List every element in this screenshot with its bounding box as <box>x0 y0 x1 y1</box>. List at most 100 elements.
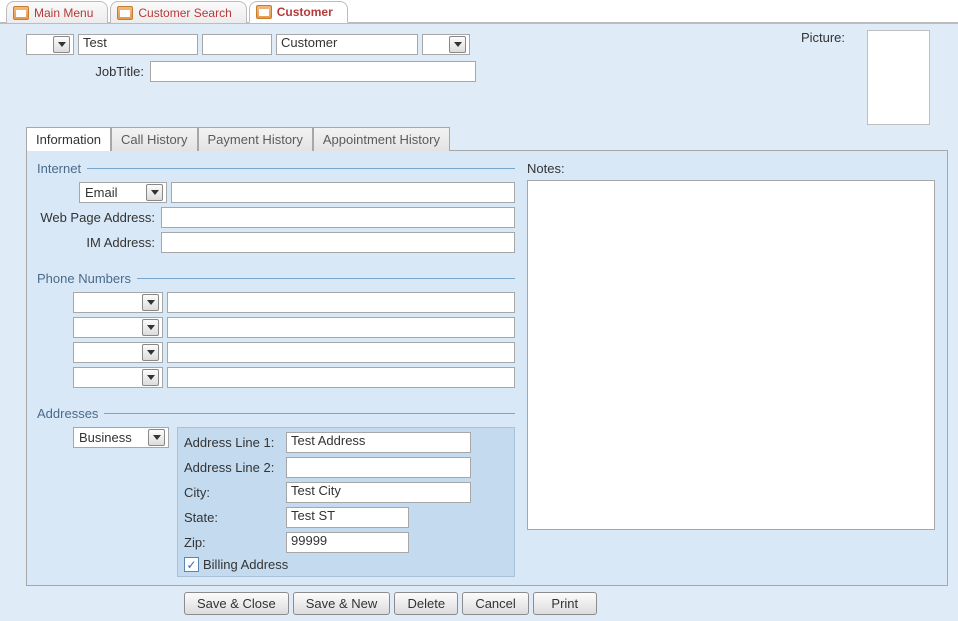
form-icon <box>13 6 29 20</box>
suffix-combo[interactable] <box>422 34 470 55</box>
delete-button[interactable]: Delete <box>394 592 458 615</box>
save-new-button[interactable]: Save & New <box>293 592 391 615</box>
addr-zip-row: Zip: 99999 <box>184 532 508 553</box>
chevron-down-icon[interactable] <box>142 369 159 386</box>
email-row: Email <box>37 182 515 203</box>
chevron-down-icon[interactable] <box>148 429 165 446</box>
addresses-box: Business Address Line 1: Test Address Ad… <box>37 427 515 577</box>
address-type-combo[interactable]: Business <box>73 427 169 448</box>
billing-checkbox[interactable] <box>184 557 199 572</box>
addr-state-input[interactable]: Test ST <box>286 507 409 528</box>
addr-zip-label: Zip: <box>184 535 286 550</box>
top-tab-customer[interactable]: Customer <box>249 1 348 23</box>
right-column: Notes: <box>527 161 935 577</box>
web-input[interactable] <box>161 207 515 228</box>
addr-line2-label: Address Line 2: <box>184 460 286 475</box>
phone-type-combo[interactable] <box>73 292 163 313</box>
addr-line2-input[interactable] <box>286 457 471 478</box>
picture-box[interactable] <box>867 30 930 125</box>
addr-city-input[interactable]: Test City <box>286 482 471 503</box>
phone-row-2 <box>37 317 515 338</box>
form-body: Picture: Test Customer JobTitle: Informa… <box>0 24 958 621</box>
divider <box>104 413 515 414</box>
addr-zip-input[interactable]: 99999 <box>286 532 409 553</box>
sub-tab-label: Appointment History <box>323 132 440 147</box>
notes-textarea[interactable] <box>527 180 935 530</box>
top-tab-label: Main Menu <box>34 6 93 20</box>
im-label: IM Address: <box>37 235 161 250</box>
save-close-button[interactable]: Save & Close <box>184 592 289 615</box>
group-label: Internet <box>37 161 81 176</box>
addr-line1-label: Address Line 1: <box>184 435 286 450</box>
group-label: Addresses <box>37 406 98 421</box>
address-fields: Address Line 1: Test Address Address Lin… <box>177 427 515 577</box>
form-icon <box>256 5 272 19</box>
sub-tab-label: Information <box>36 132 101 147</box>
chevron-down-icon[interactable] <box>142 294 159 311</box>
top-tab-label: Customer Search <box>138 6 231 20</box>
sub-tab-label: Call History <box>121 132 187 147</box>
middle-name-input[interactable] <box>202 34 272 55</box>
email-input[interactable] <box>171 182 515 203</box>
cancel-button[interactable]: Cancel <box>462 592 528 615</box>
sub-tab-payment-history[interactable]: Payment History <box>198 127 313 151</box>
phone-input[interactable] <box>167 317 515 338</box>
email-type-value: Email <box>83 185 146 200</box>
email-type-combo[interactable]: Email <box>79 182 167 203</box>
addr-city-label: City: <box>184 485 286 500</box>
phone-type-combo[interactable] <box>73 317 163 338</box>
top-tab-label: Customer <box>277 5 333 19</box>
chevron-down-icon[interactable] <box>146 184 163 201</box>
addr-state-row: State: Test ST <box>184 507 508 528</box>
job-title-input[interactable] <box>150 61 476 82</box>
notes-label: Notes: <box>527 161 935 176</box>
information-panel: Internet Email Web Page Address: IM Addr… <box>26 151 948 586</box>
prefix-combo[interactable] <box>26 34 74 55</box>
page: Main Menu Customer Search Customer Pictu… <box>0 0 958 573</box>
billing-label: Billing Address <box>203 557 288 572</box>
billing-address-row: Billing Address <box>184 557 508 572</box>
first-name-input[interactable]: Test <box>78 34 198 55</box>
chevron-down-icon[interactable] <box>53 36 70 53</box>
button-row: Save & Close Save & New Delete Cancel Pr… <box>26 592 948 615</box>
addr-state-label: State: <box>184 510 286 525</box>
phone-row-4 <box>37 367 515 388</box>
address-type-value: Business <box>77 430 148 445</box>
last-name-input[interactable]: Customer <box>276 34 418 55</box>
chevron-down-icon[interactable] <box>142 319 159 336</box>
addr-line1-input[interactable]: Test Address <box>286 432 471 453</box>
phone-row-3 <box>37 342 515 363</box>
addr-city-row: City: Test City <box>184 482 508 503</box>
addresses-group-title: Addresses <box>37 406 515 421</box>
phone-input[interactable] <box>167 292 515 313</box>
form-icon <box>117 6 133 20</box>
im-input[interactable] <box>161 232 515 253</box>
web-row: Web Page Address: <box>37 207 515 228</box>
phone-type-combo[interactable] <box>73 342 163 363</box>
phone-group-title: Phone Numbers <box>37 271 515 286</box>
web-label: Web Page Address: <box>37 210 161 225</box>
addr-line1-row: Address Line 1: Test Address <box>184 432 508 453</box>
phone-row-1 <box>37 292 515 313</box>
phone-input[interactable] <box>167 342 515 363</box>
chevron-down-icon[interactable] <box>142 344 159 361</box>
sub-tab-bar: Information Call History Payment History… <box>26 126 948 151</box>
top-tab-bar: Main Menu Customer Search Customer <box>0 0 958 24</box>
job-title-label: JobTitle: <box>26 64 150 79</box>
sub-tab-information[interactable]: Information <box>26 127 111 151</box>
chevron-down-icon[interactable] <box>449 36 466 53</box>
group-label: Phone Numbers <box>37 271 131 286</box>
phone-type-combo[interactable] <box>73 367 163 388</box>
sub-tab-appointment-history[interactable]: Appointment History <box>313 127 450 151</box>
phone-input[interactable] <box>167 367 515 388</box>
im-row: IM Address: <box>37 232 515 253</box>
top-tab-main-menu[interactable]: Main Menu <box>6 1 108 23</box>
picture-section: Picture: <box>867 30 930 125</box>
addr-line2-row: Address Line 2: <box>184 457 508 478</box>
print-button[interactable]: Print <box>533 592 597 615</box>
top-tab-customer-search[interactable]: Customer Search <box>110 1 246 23</box>
internet-group-title: Internet <box>37 161 515 176</box>
job-title-row: JobTitle: <box>26 61 476 82</box>
sub-tab-call-history[interactable]: Call History <box>111 127 197 151</box>
divider <box>87 168 515 169</box>
